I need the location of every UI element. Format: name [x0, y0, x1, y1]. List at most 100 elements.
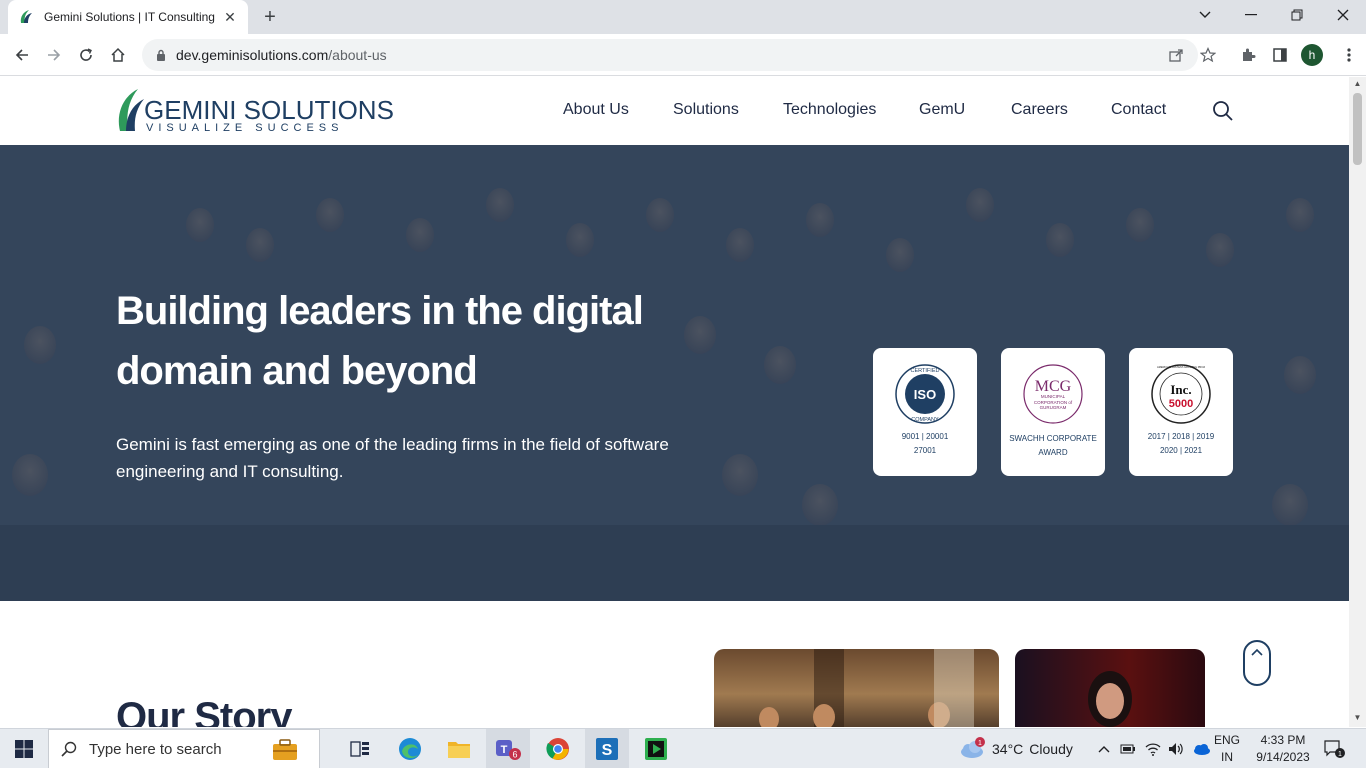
scrollbar-thumb[interactable] [1353, 93, 1362, 165]
extensions-icon[interactable] [1235, 42, 1261, 68]
inc-badge-caption: 2017 | 2018 | 2019 2020 | 2021 [1129, 430, 1233, 458]
hero-description: Gemini is fast emerging as one of the le… [116, 435, 669, 481]
show-hidden-icons-chevron-icon[interactable] [1094, 729, 1114, 768]
inc5000-icon: Inc. 5000 AMERICA'S FASTEST-GROWING PRIV… [1151, 364, 1211, 424]
mcg-caption-line2: AWARD [1038, 448, 1068, 457]
taskbar-search-placeholder: Type here to search [89, 740, 222, 758]
bookmark-star-icon[interactable] [1195, 42, 1221, 68]
url-host: dev.geminisolutions.com [176, 47, 329, 63]
inc-caption-line1: 2017 | 2018 | 2019 [1147, 432, 1215, 441]
iso-badge-caption: 9001 | 20001 27001 [873, 430, 977, 458]
browser-tab-bar: Gemini Solutions | IT Consulting, ... ✕ … [0, 0, 1366, 34]
tab-title: Gemini Solutions | IT Consulting, ... [44, 10, 216, 24]
nav-technologies[interactable]: Technologies [783, 101, 876, 119]
search-icon[interactable] [1212, 100, 1234, 122]
story-photo-speaker [1015, 649, 1205, 727]
url-path: /about-us [328, 47, 387, 63]
logo-tagline: VISUALIZE SUCCESS [146, 122, 344, 134]
restore-icon[interactable] [1274, 0, 1320, 30]
story-photo-panel-discussion [714, 649, 999, 727]
reload-icon[interactable] [73, 42, 99, 68]
iso-certified-icon: ISO CERTIFIED COMPANY [895, 364, 955, 424]
clock-time: 4:33 PM [1260, 733, 1306, 747]
iso-caption-line2: 27001 [913, 446, 937, 455]
cloudy-weather-icon: 1 [961, 737, 985, 758]
minimize-icon[interactable] [1228, 0, 1274, 30]
mcg-sub-text: MUNICIPAL CORPORATION of GURUGRAM [1033, 394, 1073, 410]
url-text: dev.geminisolutions.com/about-us [176, 47, 387, 63]
scroll-down-arrow-icon[interactable]: ▼ [1349, 713, 1366, 727]
mcg-award-icon: MCG MUNICIPAL CORPORATION of GURUGRAM [1023, 364, 1083, 424]
mcg-logo-text: MCG [1035, 378, 1072, 395]
page-viewport: GEMINI SOLUTIONS VISUALIZE SUCCESS About… [0, 77, 1349, 727]
onedrive-cloud-icon[interactable] [1190, 729, 1212, 768]
file-explorer-icon[interactable] [437, 729, 481, 768]
our-story-section: Our Story [0, 601, 1349, 727]
iso-badge: ISO CERTIFIED COMPANY 9001 | 20001 27001 [873, 348, 977, 476]
task-view-icon[interactable] [338, 729, 382, 768]
close-window-icon[interactable] [1320, 0, 1366, 30]
nav-contact[interactable]: Contact [1111, 101, 1166, 119]
site-logo[interactable]: GEMINI SOLUTIONS VISUALIZE SUCCESS [116, 87, 394, 135]
media-app-icon[interactable] [634, 729, 678, 768]
scroll-up-arrow-icon[interactable]: ▲ [1349, 79, 1366, 93]
menu-kebab-icon[interactable] [1336, 42, 1362, 68]
inc-logo-text: Inc. [1170, 382, 1191, 397]
back-icon[interactable] [9, 42, 35, 68]
taskbar-search-box[interactable]: Type here to search [48, 729, 320, 768]
lang-line2: IN [1221, 750, 1233, 764]
new-tab-icon[interactable]: + [258, 5, 282, 29]
inc-caption-line2: 2020 | 2021 [1159, 446, 1203, 455]
page-scrollbar[interactable]: ▲ ▼ [1349, 77, 1366, 727]
weather-widget[interactable]: 1 34°C Cloudy [958, 729, 1082, 768]
story-photo-speaker-figure [1088, 671, 1132, 727]
start-windows-icon[interactable] [0, 729, 48, 768]
notification-center-icon[interactable]: 1 [1318, 729, 1352, 768]
iso-logo-text: ISO [914, 387, 936, 402]
nav-about-us[interactable]: About Us [563, 101, 629, 119]
side-panel-icon[interactable] [1267, 42, 1293, 68]
weather-temp: 34°C [992, 741, 1024, 757]
chrome-icon[interactable] [536, 729, 580, 768]
lock-icon[interactable] [156, 49, 166, 61]
teams-icon[interactable]: T 6 [486, 729, 530, 768]
taskbar-clock[interactable]: 4:33 PM 9/14/2023 [1250, 732, 1316, 766]
teams-badge-count: 6 [512, 750, 517, 760]
home-icon[interactable] [105, 42, 131, 68]
nav-solutions[interactable]: Solutions [673, 101, 739, 119]
mcg-badge: MCG MUNICIPAL CORPORATION of GURUGRAM SW… [1001, 348, 1105, 476]
address-bar[interactable]: dev.geminisolutions.com/about-us [142, 39, 1198, 71]
forward-icon[interactable] [41, 42, 67, 68]
tab-close-icon[interactable]: ✕ [222, 9, 238, 26]
wifi-icon[interactable] [1143, 729, 1163, 768]
battery-icon[interactable] [1118, 729, 1138, 768]
weather-badge-count: 1 [978, 740, 982, 747]
story-photo-people [759, 649, 974, 727]
site-header: GEMINI SOLUTIONS VISUALIZE SUCCESS About… [0, 77, 1349, 145]
edge-browser-icon[interactable] [388, 729, 432, 768]
share-icon[interactable] [1163, 42, 1189, 68]
tab-search-chevron-icon[interactable] [1182, 0, 1228, 30]
clock-date: 9/14/2023 [1256, 750, 1310, 764]
app-s-icon[interactable]: S [585, 729, 629, 768]
taskbar-search-icon [61, 741, 77, 757]
nav-gemu[interactable]: GemU [919, 101, 965, 119]
browser-toolbar: dev.geminisolutions.com/about-us h [0, 34, 1366, 76]
svg-text:T: T [501, 744, 508, 756]
browser-tab[interactable]: Gemini Solutions | IT Consulting, ... ✕ [8, 0, 248, 34]
mcg-badge-caption: SWACHH CORPORATE AWARD [1001, 432, 1105, 460]
lang-line1: ENG [1214, 733, 1241, 747]
inc-logo-number: 5000 [1169, 398, 1193, 410]
scroll-to-top-button[interactable] [1243, 640, 1271, 686]
nav-careers[interactable]: Careers [1011, 101, 1068, 119]
input-language-indicator[interactable]: ENG IN [1214, 732, 1240, 766]
briefcase-highlight-icon[interactable] [261, 738, 309, 762]
profile-avatar[interactable]: h [1301, 44, 1323, 66]
gemini-leaf-icon [118, 89, 144, 131]
iso-ring-top-text: CERTIFIED [911, 368, 940, 374]
iso-caption-line1: 9001 | 20001 [901, 432, 949, 441]
volume-icon[interactable] [1166, 729, 1186, 768]
iso-ring-bottom-text: COMPANY [911, 417, 939, 423]
hero-title: Building leaders in the digital domain a… [116, 289, 644, 393]
hero-banner: Building leaders in the digital domain a… [0, 145, 1349, 601]
